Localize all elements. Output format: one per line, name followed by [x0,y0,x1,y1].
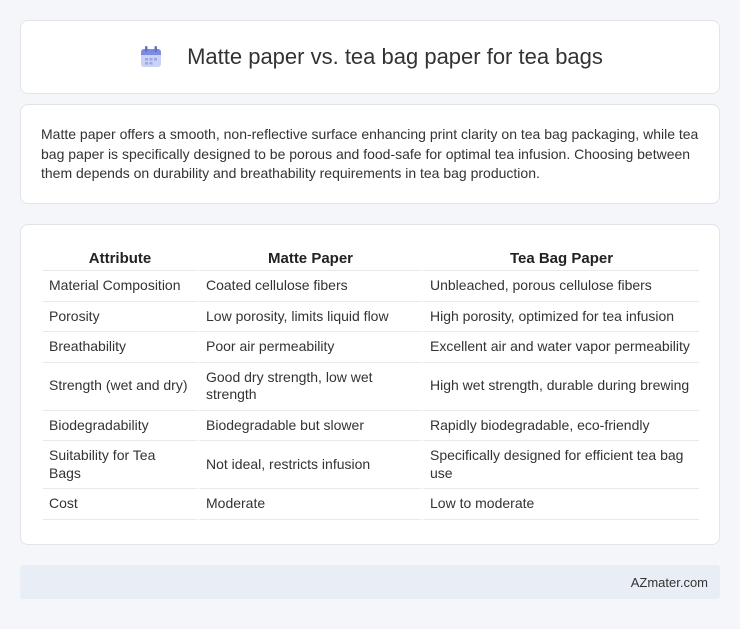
page-title: Matte paper vs. tea bag paper for tea ba… [187,44,603,69]
matte-paper-cell: Poor air permeability [197,332,421,363]
attribute-cell: Biodegradability [43,411,197,441]
comparison-table: Attribute Matte Paper Tea Bag Paper Mate… [43,247,699,520]
attribute-cell: Strength (wet and dry) [43,363,197,411]
matte-paper-cell: Biodegradable but slower [197,410,421,441]
matte-paper-cell: Good dry strength, low wet strength [197,362,421,411]
column-header-attribute: Attribute [43,247,197,271]
column-header-tea-bag-paper: Tea Bag Paper [421,247,699,271]
table-row: Biodegradability Biodegradable but slowe… [43,410,699,441]
table-row: Suitability for Tea Bags Not ideal, rest… [43,441,699,489]
attribute-cell: Breathability [43,332,197,363]
attribute-cell: Porosity [43,302,197,332]
tea-bag-paper-cell: Low to moderate [421,489,699,520]
attribute-cell: Material Composition [43,271,197,302]
tea-bag-paper-cell: High wet strength, durable during brewin… [421,362,699,411]
matte-paper-cell: Moderate [197,489,421,520]
matte-paper-cell: Low porosity, limits liquid flow [197,301,421,332]
table-row: Cost Moderate Low to moderate [43,489,699,520]
description-text: Matte paper offers a smooth, non-reflect… [41,126,699,181]
description-card: Matte paper offers a smooth, non-reflect… [20,104,720,204]
table-row: Strength (wet and dry) Good dry strength… [43,362,699,411]
calendar-icon [137,43,165,71]
matte-paper-cell: Coated cellulose fibers [197,271,421,302]
tea-bag-paper-cell: Excellent air and water vapor permeabili… [421,332,699,363]
tea-bag-paper-cell: Rapidly biodegradable, eco-friendly [421,410,699,441]
table-row: Material Composition Coated cellulose fi… [43,271,699,302]
table-header-row: Attribute Matte Paper Tea Bag Paper [43,247,699,271]
title-card: Matte paper vs. tea bag paper for tea ba… [20,20,720,94]
table-row: Porosity Low porosity, limits liquid flo… [43,301,699,332]
tea-bag-paper-cell: High porosity, optimized for tea infusio… [421,301,699,332]
tea-bag-paper-cell: Unbleached, porous cellulose fibers [421,271,699,302]
attribute-cell: Cost [43,489,197,520]
tea-bag-paper-cell: Specifically designed for efficient tea … [421,441,699,489]
footer-brand: AZmater.com [630,574,708,590]
column-header-matte-paper: Matte Paper [197,247,421,271]
attribute-cell: Suitability for Tea Bags [43,441,197,489]
matte-paper-cell: Not ideal, restricts infusion [197,441,421,489]
footer-bar: AZmater.com [20,565,720,599]
table-row: Breathability Poor air permeability Exce… [43,332,699,363]
comparison-table-card: Attribute Matte Paper Tea Bag Paper Mate… [20,224,720,545]
